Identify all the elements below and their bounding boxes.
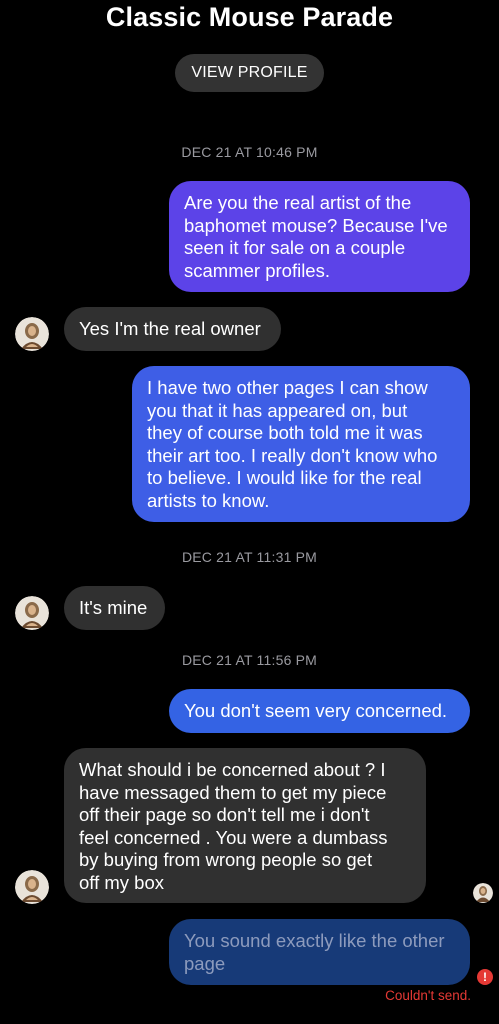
received-message[interactable]: It's mine <box>64 586 165 630</box>
failed-message[interactable]: You sound exactly like the other page <box>169 919 470 985</box>
view-profile-button[interactable]: VIEW PROFILE <box>175 54 324 92</box>
contact-avatar[interactable] <box>15 596 49 630</box>
send-failed-label[interactable]: Couldn't send. <box>360 988 471 1003</box>
received-message[interactable]: What should i be concerned about ? I hav… <box>64 748 426 903</box>
error-icon: ! <box>477 969 493 985</box>
sent-message[interactable]: You don't seem very concerned. <box>169 689 470 733</box>
timestamp: DEC 21 AT 11:56 PM <box>181 652 318 668</box>
contact-avatar[interactable] <box>15 317 49 351</box>
timestamp: DEC 21 AT 11:31 PM <box>181 549 318 565</box>
timestamp: DEC 21 AT 10:46 PM <box>181 144 318 160</box>
contact-avatar[interactable] <box>15 870 49 904</box>
received-message[interactable]: Yes I'm the real owner <box>64 307 281 351</box>
sent-message[interactable]: I have two other pages I can show you th… <box>132 366 470 522</box>
conversation-title: Classic Mouse Parade <box>105 2 394 32</box>
read-receipt-avatar <box>473 883 493 903</box>
sent-message[interactable]: Are you the real artist of the baphomet … <box>169 181 470 292</box>
